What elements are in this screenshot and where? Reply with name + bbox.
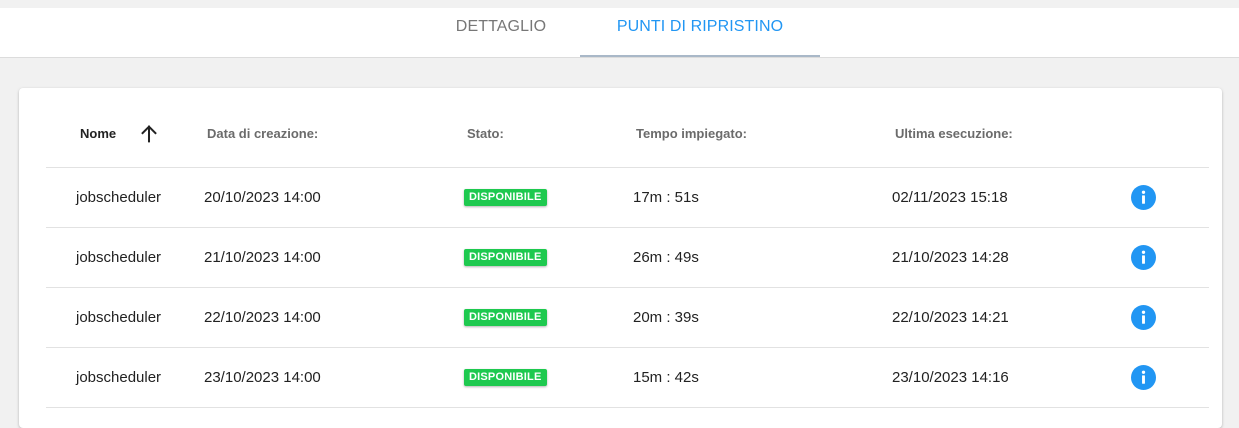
cell-data-creazione: 23/10/2023 14:00 — [204, 369, 321, 386]
cell-ultima-esecuzione: 02/11/2023 15:18 — [892, 189, 1008, 206]
arrow-up-icon[interactable] — [138, 123, 160, 145]
status-badge: DISPONIBILE — [464, 309, 547, 326]
table-row: jobscheduler 23/10/2023 14:00 DISPONIBIL… — [46, 348, 1209, 408]
table-row: jobscheduler 22/10/2023 14:00 DISPONIBIL… — [46, 288, 1209, 348]
info-icon[interactable] — [1131, 305, 1156, 330]
cell-nome: jobscheduler — [76, 249, 162, 266]
column-header-ultima-esecuzione: Ultima esecuzione: — [895, 126, 1013, 141]
status-badge: DISPONIBILE — [464, 369, 547, 386]
cell-nome: jobscheduler — [76, 189, 162, 206]
cell-data-creazione: 22/10/2023 14:00 — [204, 309, 321, 326]
tab-bar: DETTAGLIO PUNTI DI RIPRISTINO — [0, 8, 1239, 58]
cell-data-creazione: 21/10/2023 14:00 — [204, 249, 321, 266]
cell-tempo: 20m : 39s — [633, 309, 699, 326]
column-header-stato: Stato: — [467, 126, 504, 141]
column-header-data-creazione: Data di creazione: — [207, 126, 319, 141]
cell-tempo: 26m : 49s — [633, 249, 699, 266]
info-icon[interactable] — [1131, 185, 1156, 210]
tab-punti-di-ripristino[interactable]: PUNTI DI RIPRISTINO — [580, 8, 820, 57]
tab-dettaglio[interactable]: DETTAGLIO — [430, 8, 572, 56]
status-badge: DISPONIBILE — [464, 189, 547, 206]
table-row: jobscheduler 20/10/2023 14:00 DISPONIBIL… — [46, 168, 1209, 228]
status-badge: DISPONIBILE — [464, 249, 547, 266]
restore-points-card: Nome Data di creazione: Stato: Tempo imp… — [19, 88, 1222, 428]
info-icon[interactable] — [1131, 365, 1156, 390]
cell-tempo: 15m : 42s — [633, 369, 699, 386]
column-header-nome[interactable]: Nome — [80, 108, 116, 160]
cell-ultima-esecuzione: 22/10/2023 14:21 — [892, 309, 1009, 326]
cell-data-creazione: 20/10/2023 14:00 — [204, 189, 321, 206]
cell-tempo: 17m : 51s — [633, 189, 699, 206]
cell-ultima-esecuzione: 21/10/2023 14:28 — [892, 249, 1009, 266]
info-icon[interactable] — [1131, 245, 1156, 270]
cell-nome: jobscheduler — [76, 309, 162, 326]
column-header-tempo: Tempo impiegato: — [636, 126, 747, 141]
cell-nome: jobscheduler — [76, 369, 162, 386]
table-row: jobscheduler 21/10/2023 14:00 DISPONIBIL… — [46, 228, 1209, 288]
table-header: Nome Data di creazione: Stato: Tempo imp… — [46, 108, 1209, 168]
cell-ultima-esecuzione: 23/10/2023 14:16 — [892, 369, 1009, 386]
